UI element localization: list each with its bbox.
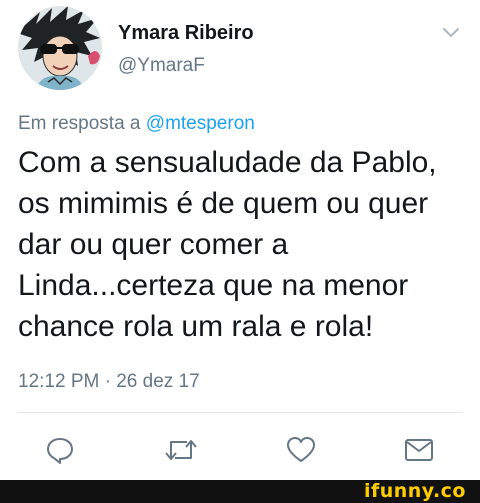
author-handle[interactable]: @YmaraF	[118, 55, 205, 77]
retweet-icon[interactable]	[163, 436, 199, 469]
chevron-down-icon[interactable]	[442, 26, 460, 44]
divider	[18, 412, 463, 413]
tweet-text: Com a sensualudade da Pablo, os mimimis …	[18, 146, 437, 343]
tweet-card: Ymara Ribeiro @YmaraF Em resposta a @mte…	[0, 0, 480, 480]
like-icon[interactable]	[286, 436, 316, 469]
reply-prefix: Em resposta a	[18, 113, 141, 134]
author-name[interactable]: Ymara Ribeiro	[118, 22, 254, 45]
reply-icon[interactable]	[46, 436, 74, 469]
direct-message-icon[interactable]	[404, 436, 434, 469]
reply-mention-link[interactable]: @mtesperon	[146, 113, 255, 134]
avatar[interactable]	[18, 6, 102, 90]
avatar-image	[18, 6, 102, 90]
reply-context: Em resposta a @mtesperon	[18, 113, 255, 135]
ifunny-watermark-logo: ifunny.co	[363, 480, 466, 502]
watermark-bar: ifunny.co	[0, 480, 480, 503]
tweet-timestamp[interactable]: 12:12 PM · 26 dez 17	[18, 371, 200, 393]
